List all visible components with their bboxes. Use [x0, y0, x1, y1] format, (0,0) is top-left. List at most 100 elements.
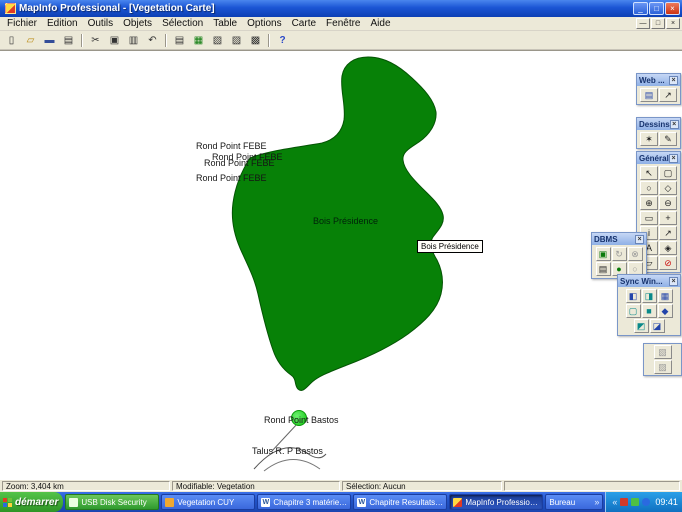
radius-select-button[interactable]: ○ — [640, 181, 658, 195]
entire-layer-button[interactable]: ◩ — [634, 319, 649, 333]
new-graph-button[interactable]: ▧ — [208, 33, 227, 48]
start-button[interactable]: démarrer — [0, 492, 63, 512]
chevron-left-icon[interactable]: « — [612, 497, 617, 507]
symbol-style-button[interactable]: ✶ — [640, 132, 658, 146]
refresh-dbms-button[interactable]: ↻ — [612, 247, 627, 261]
tray-security-icon[interactable] — [620, 498, 628, 506]
close-icon[interactable]: × — [669, 154, 678, 163]
status-editable[interactable]: Modifiable: Vegetation — [172, 481, 340, 491]
menu-table[interactable]: Table — [208, 17, 242, 31]
mdi-restore-icon[interactable]: □ — [651, 18, 665, 29]
web-toolbar: Web ... × ▤ ↗ — [636, 73, 681, 105]
maximize-icon[interactable]: □ — [649, 2, 664, 15]
menu-carte[interactable]: Carte — [287, 17, 321, 31]
mapinfo-logo-icon — [5, 3, 16, 14]
zoom-in-button[interactable]: ⊕ — [640, 196, 658, 210]
taskbar-item-vegetation-cuy[interactable]: Vegetation CUY — [161, 494, 255, 510]
menu-selection[interactable]: Sélection — [157, 17, 208, 31]
mdi-minimize-icon[interactable]: — — [636, 18, 650, 29]
word-document-icon: W — [261, 498, 270, 507]
tray-antivirus-icon[interactable] — [631, 498, 639, 506]
task-label: MapInfo Professiona... — [465, 498, 539, 507]
menu-outils[interactable]: Outils — [83, 17, 119, 31]
save-table-button[interactable]: ▬ — [40, 33, 59, 48]
menu-options[interactable]: Options — [242, 17, 286, 31]
help-button[interactable]: ? — [273, 33, 292, 48]
graph-select-button[interactable]: ▧ — [654, 345, 672, 359]
menu-aide[interactable]: Aide — [366, 17, 396, 31]
taskbar-item-mapinfo[interactable]: MapInfo Professiona... — [449, 494, 543, 510]
map-label: Talus R. P Bastos — [252, 446, 323, 456]
cut-button[interactable]: ✂ — [86, 33, 105, 48]
update-dbms-button[interactable]: ▤ — [596, 262, 611, 276]
new-browser-button[interactable]: ▤ — [170, 33, 189, 48]
new-layout-button[interactable]: ▨ — [227, 33, 246, 48]
close-icon[interactable]: × — [665, 2, 680, 15]
clip-region-button[interactable]: ⊘ — [659, 256, 677, 270]
menu-edition[interactable]: Edition — [42, 17, 83, 31]
dessins-toolbar-titlebar[interactable]: Dessins × — [637, 118, 680, 130]
cascade-windows-button[interactable]: ◨ — [642, 289, 657, 303]
clear-view-button[interactable]: ◪ — [650, 319, 665, 333]
dbms-toolbar-titlebar[interactable]: DBMS × — [592, 233, 646, 245]
taskbar-item-chapitre-resultats[interactable]: W Chapitre Resultats e... — [353, 494, 447, 510]
new-table-button[interactable]: ▯ — [2, 33, 21, 48]
task-label: Chapitre Resultats e... — [369, 498, 443, 507]
sync-windows-toolbar-titlebar[interactable]: Sync Win... × — [618, 275, 680, 287]
map-label: Rond Point FEBE — [196, 141, 267, 151]
open-dbms-table-button[interactable]: ▣ — [596, 247, 611, 261]
copy-button[interactable]: ▣ — [105, 33, 124, 48]
close-icon[interactable]: × — [670, 120, 679, 129]
unlink-dbms-button[interactable]: ⊗ — [628, 247, 643, 261]
map-tooltip: Bois Présidence — [417, 240, 483, 253]
toolbar-separator — [268, 34, 270, 47]
close-icon[interactable]: × — [669, 277, 678, 286]
drag-map-button[interactable]: ◈ — [659, 241, 677, 255]
new-map-button[interactable]: ▦ — [189, 33, 208, 48]
taskbar-item-chapitre-3[interactable]: W Chapitre 3 matériel ... — [257, 494, 351, 510]
menu-fenetre[interactable]: Fenêtre — [321, 17, 365, 31]
status-selection[interactable]: Sélection: Aucun — [342, 481, 502, 491]
change-view-button[interactable]: ▭ — [640, 211, 658, 225]
clone-view-button[interactable]: ■ — [642, 304, 657, 318]
open-table-button[interactable]: ▱ — [21, 33, 40, 48]
marquee-select-button[interactable]: ▢ — [659, 166, 677, 180]
tray-network-icon[interactable] — [642, 498, 650, 506]
mdi-close-icon[interactable]: × — [666, 18, 680, 29]
menu-fichier[interactable]: Fichier — [2, 17, 42, 31]
taskbar-toolbar-bureau[interactable]: Bureau » — [545, 494, 603, 510]
palette-title: Sync Win... — [620, 277, 663, 286]
web-toolbar-titlebar[interactable]: Web ... × — [637, 74, 680, 86]
print-button[interactable]: ▤ — [59, 33, 78, 48]
previous-view-button[interactable]: ◆ — [658, 304, 673, 318]
dbms-toolbar: DBMS × ▣ ↻ ⊗ ▤ ● ○ — [591, 232, 647, 279]
status-zoom[interactable]: Zoom: 3,404 km — [2, 481, 170, 491]
reshape-button[interactable]: ✎ — [659, 132, 677, 146]
graph-inspect-button[interactable]: ▨ — [654, 360, 672, 374]
task-label: USB Disk Security — [81, 498, 146, 507]
map-canvas[interactable] — [0, 51, 682, 480]
hotlink-button[interactable]: ↗ — [659, 88, 677, 102]
undo-button[interactable]: ↶ — [143, 33, 162, 48]
zoom-out-button[interactable]: ⊖ — [659, 196, 677, 210]
select-tool-button[interactable]: ↖ — [640, 166, 658, 180]
hotlink-tool-button[interactable]: ↗ — [659, 226, 677, 240]
new-redistrict-button[interactable]: ▩ — [246, 33, 265, 48]
sync-on-button[interactable]: ▦ — [658, 289, 673, 303]
taskbar-item-usb-disk-security[interactable]: USB Disk Security — [65, 494, 159, 510]
palette-title: Dessins — [639, 120, 670, 129]
status-bar: Zoom: 3,404 km Modifiable: Vegetation Sé… — [0, 480, 682, 492]
close-icon[interactable]: × — [669, 76, 678, 85]
paste-button[interactable]: ▥ — [124, 33, 143, 48]
menu-objets[interactable]: Objets — [118, 17, 157, 31]
general-toolbar-titlebar[interactable]: Général × — [637, 152, 680, 164]
sync-off-button[interactable]: ▢ — [626, 304, 641, 318]
minimize-icon[interactable]: _ — [633, 2, 648, 15]
close-icon[interactable]: × — [635, 235, 644, 244]
title-bar[interactable]: MapInfo Professional - [Vegetation Carte… — [0, 0, 682, 17]
open-webpage-button[interactable]: ▤ — [640, 88, 658, 102]
tile-windows-button[interactable]: ◧ — [626, 289, 641, 303]
chevron-right-icon[interactable]: » — [594, 497, 599, 507]
polygon-select-button[interactable]: ◇ — [659, 181, 677, 195]
pan-button[interactable]: + — [659, 211, 677, 225]
